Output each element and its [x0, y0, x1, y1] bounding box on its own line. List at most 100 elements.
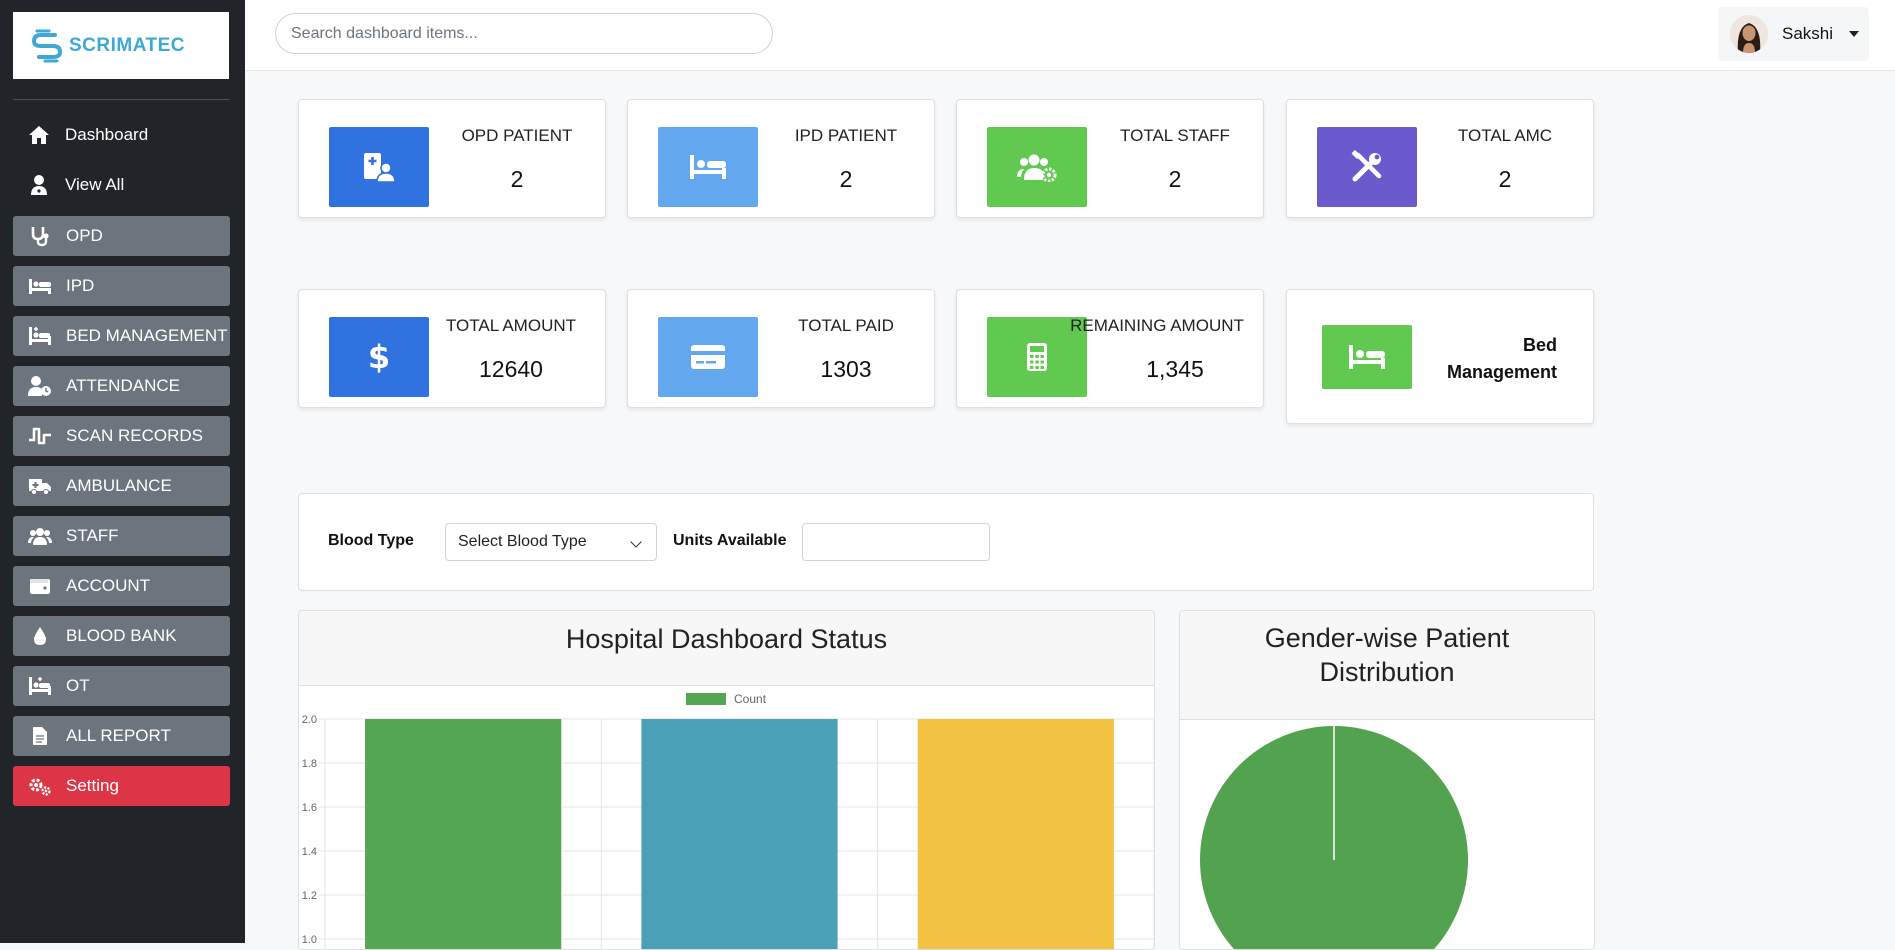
stat-label: TOTAL AMC	[1457, 126, 1553, 145]
sidebar-item-opd[interactable]: OPD	[13, 216, 230, 256]
hospital-status-chart-panel: Hospital Dashboard Status Count 2.0 1.8 1.6…	[298, 610, 1155, 950]
sidebar-item-label: Setting	[66, 776, 119, 795]
users-icon	[28, 524, 52, 548]
bar	[917, 719, 1114, 949]
chevron-down-icon	[630, 536, 642, 548]
sidebar-item-dashboard[interactable]: Dashboard	[27, 120, 148, 150]
sidebar-item-account[interactable]: ACCOUNT	[13, 566, 230, 606]
sidebar-item-label: OPD	[66, 226, 103, 245]
hospital-bed-icon	[28, 324, 52, 348]
stethoscope-icon	[28, 224, 52, 248]
stat-value: 12640	[479, 356, 543, 382]
blood-bank-filter: Blood Type Select Blood Type Units Avail…	[298, 493, 1594, 591]
blood-type-label: Blood Type	[328, 532, 414, 549]
gender-pie-chart	[1200, 726, 1468, 949]
stat-value: 2	[839, 166, 853, 192]
y-tick-label: 1.8	[302, 758, 317, 770]
user-name: Sakshi	[1782, 24, 1834, 43]
tools-icon	[1317, 127, 1417, 207]
stat-card-opd-patient[interactable]: OPD PATIENT 2	[298, 99, 606, 218]
file-icon	[28, 724, 52, 748]
bed-management-card[interactable]: Bed Management	[1286, 289, 1594, 424]
wave-icon	[28, 424, 52, 448]
stat-label: TOTAL STAFF	[1120, 126, 1230, 145]
stat-label: OPD PATIENT	[461, 126, 573, 145]
chart-title: Gender-wise Patient Distribution	[1180, 611, 1594, 720]
stat-value: 2	[1168, 166, 1182, 192]
legend-swatch	[686, 693, 726, 705]
hospital-status-bar-chart: Count 2.0 1.8 1.6 1.4 1.2 1.0	[302, 692, 1154, 949]
units-available-input[interactable]	[802, 523, 990, 561]
dollar-icon: $	[329, 317, 429, 397]
sidebar-item-all-report[interactable]: ALL REPORT	[13, 716, 230, 756]
sidebar-item-label: BLOOD BANK	[66, 626, 177, 645]
stat-card-total-amount[interactable]: $ TOTAL AMOUNT 12640	[298, 289, 606, 408]
sidebar-item-bed-management[interactable]: BED MANAGEMENT	[13, 316, 230, 356]
stat-label: IPD PATIENT	[794, 126, 898, 145]
chart-title: Hospital Dashboard Status	[299, 611, 1154, 686]
y-tick-label: 1.0	[302, 934, 317, 946]
scrimatec-logo-icon	[31, 29, 63, 62]
caret-down-icon	[1849, 31, 1860, 37]
sidebar-item-view-all[interactable]: View All	[27, 170, 124, 200]
stat-value: 1303	[820, 356, 872, 382]
brand-name: SCRIMATEC	[69, 34, 186, 56]
bed-icon	[1322, 325, 1412, 389]
bed-management-title: Bed Management	[1446, 335, 1557, 382]
sidebar: SCRIMATEC Dashboard View All OPD IPD BED…	[0, 0, 245, 943]
user-menu-button[interactable]: Sakshi	[1718, 7, 1869, 61]
sidebar-item-setting[interactable]: Setting	[13, 766, 230, 806]
stat-label: TOTAL AMOUNT	[445, 316, 577, 335]
stat-card-total-amc[interactable]: TOTAL AMC 2	[1286, 99, 1594, 218]
sidebar-item-label: STAFF	[66, 526, 119, 545]
avatar	[1730, 15, 1768, 53]
y-tick-label: 1.6	[302, 802, 317, 814]
sidebar-item-label: Dashboard	[65, 125, 149, 144]
stat-value: 1,345	[1146, 356, 1204, 382]
bed-icon	[658, 127, 758, 207]
sidebar-item-label: AMBULANCE	[66, 476, 172, 495]
credit-card-icon	[658, 317, 758, 397]
units-available-label: Units Available	[673, 532, 787, 549]
droplet-icon	[28, 624, 52, 648]
wallet-icon	[28, 574, 52, 598]
user-clock-icon	[28, 374, 52, 398]
user-doctor-icon	[27, 173, 51, 197]
stat-card-total-staff[interactable]: TOTAL STAFF 2	[956, 99, 1264, 218]
blood-type-select[interactable]: Select Blood Type	[445, 523, 657, 561]
legend-label: Count	[734, 692, 767, 706]
sidebar-item-scan-records[interactable]: SCAN RECORDS	[13, 416, 230, 456]
home-icon	[27, 123, 51, 147]
y-tick-label: 1.2	[302, 890, 317, 902]
users-gear-icon	[987, 127, 1087, 207]
sidebar-item-ipd[interactable]: IPD	[13, 266, 230, 306]
sidebar-item-ambulance[interactable]: AMBULANCE	[13, 466, 230, 506]
sidebar-divider	[13, 99, 229, 100]
gears-icon	[28, 774, 52, 798]
brand-logo[interactable]: SCRIMATEC	[13, 12, 229, 79]
y-tick-label: 2.0	[302, 714, 317, 726]
sidebar-item-label: SCAN RECORDS	[66, 426, 203, 445]
sidebar-item-attendance[interactable]: ATTENDANCE	[13, 366, 230, 406]
sidebar-item-label: ACCOUNT	[66, 576, 151, 595]
stat-value: 2	[510, 166, 524, 192]
procedures-icon	[28, 674, 52, 698]
sidebar-item-staff[interactable]: STAFF	[13, 516, 230, 556]
stat-card-remaining-amount[interactable]: REMAINING AMOUNT 1,345	[956, 289, 1264, 408]
gender-distribution-chart-panel: Gender-wise Patient Distribution	[1179, 610, 1595, 950]
svg-text:$: $	[368, 340, 390, 374]
search-input[interactable]	[275, 13, 773, 54]
sidebar-item-blood-bank[interactable]: BLOOD BANK	[13, 616, 230, 656]
sidebar-item-ot[interactable]: OT	[13, 666, 230, 706]
blood-type-select-value: Select Blood Type	[458, 533, 587, 550]
bar	[641, 719, 838, 949]
stat-card-ipd-patient[interactable]: IPD PATIENT 2	[627, 99, 935, 218]
sidebar-item-label: OT	[66, 676, 90, 695]
sidebar-item-label: ALL REPORT	[66, 726, 171, 745]
y-tick-label: 1.4	[302, 846, 317, 858]
hospital-user-icon	[329, 127, 429, 207]
sidebar-item-label: View All	[65, 175, 125, 194]
stat-card-total-paid[interactable]: TOTAL PAID 1303	[627, 289, 935, 408]
stat-label: REMAINING AMOUNT	[1070, 316, 1244, 335]
bar	[365, 719, 562, 949]
